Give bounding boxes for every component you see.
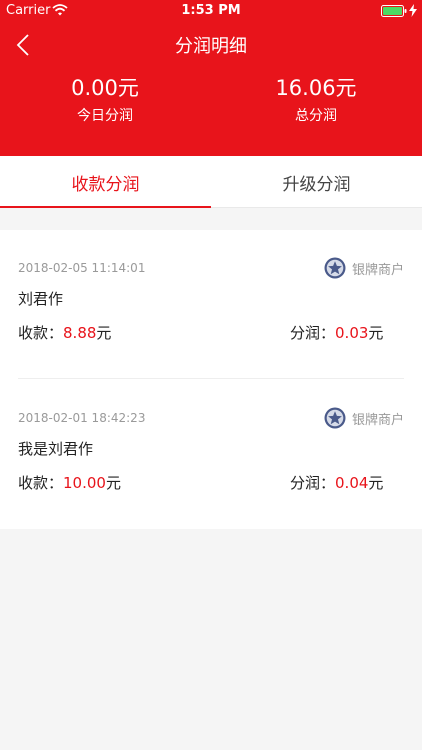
total-profit-label: 总分润 — [295, 108, 337, 124]
record-time: 2018-02-05 11:14:01 — [18, 261, 146, 275]
star-medal-icon — [324, 407, 346, 429]
profit-amount: 分润：0.04元 — [290, 472, 383, 493]
merchant-name: 刘君作 — [18, 290, 64, 308]
payment-amount: 收款：8.88元 — [18, 322, 111, 343]
today-profit-value: 0.00元 — [71, 76, 139, 100]
merchant-level: 银牌商户 — [351, 412, 404, 428]
payment-amount: 收款：10.00元 — [18, 472, 121, 493]
profit-unit: 元 — [368, 324, 384, 342]
status-bar: Carrier 1:53 PM — [0, 0, 422, 22]
today-profit-label: 今日分润 — [77, 108, 133, 124]
payment-label: 收款： — [18, 324, 64, 342]
battery-icon — [381, 5, 407, 17]
today-profit: 0.00元 今日分润 — [15, 74, 195, 127]
clock: 1:53 PM — [181, 3, 241, 18]
list-item[interactable]: 2018-02-01 18:42:23 银牌商户 我是刘君作 收款：10.00元… — [0, 380, 422, 530]
total-profit-value: 16.06元 — [275, 76, 357, 100]
payment-value: 8.88 — [63, 324, 97, 342]
merchant-badge: 银牌商户 — [324, 406, 404, 430]
profit-label: 分润： — [290, 474, 336, 492]
merchant-level: 银牌商户 — [351, 262, 404, 278]
total-profit: 16.06元 总分润 — [226, 74, 406, 127]
profit-amount: 分润：0.03元 — [290, 322, 383, 343]
payment-label: 收款： — [18, 474, 64, 492]
payment-unit: 元 — [96, 324, 112, 342]
charging-bolt-icon — [409, 4, 417, 17]
payment-unit: 元 — [105, 474, 121, 492]
tab-bar: 收款分润 升级分润 — [0, 156, 422, 208]
profit-unit: 元 — [368, 474, 384, 492]
merchant-badge: 银牌商户 — [324, 256, 404, 280]
tab-collection-profit[interactable]: 收款分润 — [0, 156, 211, 208]
page-title: 分润明细 — [175, 36, 247, 57]
tab-upgrade-profit[interactable]: 升级分润 — [211, 156, 422, 208]
list-item[interactable]: 2018-02-05 11:14:01 银牌商户 刘君作 收款：8.88元 分润… — [0, 230, 422, 380]
divider — [18, 378, 404, 379]
merchant-name: 我是刘君作 — [18, 440, 94, 458]
profit-record-list: 2018-02-05 11:14:01 银牌商户 刘君作 收款：8.88元 分润… — [0, 230, 422, 529]
header: Carrier 1:53 PM 分润明细 0.00元 今日分润 16.06元 总… — [0, 0, 422, 156]
star-medal-icon — [324, 257, 346, 279]
profit-value: 0.03 — [335, 324, 369, 342]
profit-label: 分润： — [290, 324, 336, 342]
active-tab-indicator — [0, 206, 211, 208]
profit-value: 0.04 — [335, 474, 369, 492]
record-time: 2018-02-01 18:42:23 — [18, 411, 146, 425]
payment-value: 10.00 — [63, 474, 106, 492]
